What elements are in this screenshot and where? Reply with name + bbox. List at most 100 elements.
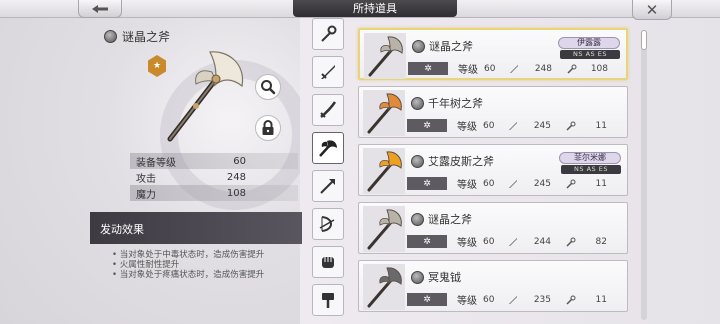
- attack-value: 245: [533, 120, 551, 131]
- tab-katana[interactable]: [312, 94, 344, 126]
- rarity-star-icon: ✲: [407, 293, 447, 306]
- item-name: 谜晶之斧: [411, 211, 472, 227]
- weapon-type-icon: [412, 39, 425, 53]
- magic-value: 82: [595, 236, 607, 247]
- stat-row-attack: 攻击 248: [130, 169, 298, 185]
- tab-spear[interactable]: [312, 170, 344, 202]
- sword-icon: [321, 65, 335, 79]
- bow-icon: [319, 216, 335, 232]
- close-icon: ✕: [645, 0, 659, 19]
- skill-tags: NS AS ES: [560, 50, 620, 59]
- level-value: 60: [483, 236, 495, 247]
- tab-fist[interactable]: [312, 246, 344, 278]
- attack-value: 245: [533, 178, 551, 189]
- magic-icon: [566, 121, 576, 131]
- owner-badge: 菲尔米娜: [559, 152, 621, 164]
- scroll-thumb[interactable]: [641, 30, 647, 50]
- stat-label: 装备等级: [136, 157, 176, 169]
- item-stat-bar: ✲ 等级 60 244 82: [407, 235, 623, 249]
- item-name-text: 冥鬼钺: [428, 271, 461, 284]
- weapon-type-icon: [411, 212, 424, 226]
- attack-icon: [509, 179, 517, 188]
- zoom-button[interactable]: [255, 74, 281, 100]
- level-value: 60: [483, 294, 495, 305]
- weapon-category-tabs: [312, 18, 344, 324]
- attack-icon: [509, 295, 517, 304]
- magic-value: 11: [595, 294, 607, 305]
- item-name-text: 谜晶之斧: [428, 213, 472, 226]
- staff-icon: [321, 25, 337, 42]
- stat-value: 60: [233, 155, 246, 167]
- list-scrollbar[interactable]: [641, 30, 647, 320]
- arrow-left-icon: [92, 4, 108, 13]
- stat-table: 装备等级 60 攻击 248 魔力 108: [130, 153, 298, 201]
- rarity-star-icon: ✲: [407, 177, 447, 190]
- stat-label: 魔力: [136, 189, 156, 201]
- weapon-type-icon: [411, 270, 424, 284]
- effect-item: • 当对象处于疼痛状态时，造成伤害提升: [112, 270, 265, 280]
- rarity-star-icon: ✲: [407, 235, 447, 248]
- magic-icon: [566, 295, 576, 305]
- weapon-type-icon: [104, 30, 117, 43]
- spear-icon: [320, 179, 335, 194]
- item-name-text: 千年树之斧: [428, 97, 483, 110]
- back-button[interactable]: [78, 0, 122, 18]
- axe-icon: [319, 140, 337, 157]
- tab-sword[interactable]: [312, 56, 344, 88]
- item-card[interactable]: 谜晶之斧 ✲ 等级 60 244 82: [358, 202, 628, 254]
- tab-staff[interactable]: [312, 18, 344, 50]
- item-stat-bar: ✲ 等级 60 245 11: [407, 119, 623, 133]
- magic-value: 11: [595, 178, 607, 189]
- item-name: 艾露皮斯之斧: [411, 153, 494, 169]
- item-name-text: 艾露皮斯之斧: [428, 155, 494, 168]
- level-value: 60: [484, 63, 496, 74]
- fist-icon: [322, 257, 334, 268]
- tab-bow[interactable]: [312, 208, 344, 240]
- lock-button[interactable]: [255, 115, 281, 141]
- tab-hammer[interactable]: [312, 284, 344, 316]
- stat-value: 108: [226, 187, 246, 199]
- magic-icon: [567, 64, 577, 74]
- rarity-star-icon: ✲: [407, 119, 447, 132]
- item-card[interactable]: 艾露皮斯之斧 菲尔米娜 NS AS ES ✲ 等级 60 245 11: [358, 144, 628, 196]
- weapon-type-icon: [411, 154, 424, 168]
- search-icon: [261, 80, 276, 95]
- axe-thumbnail-icon: [363, 90, 405, 136]
- level-value: 60: [483, 120, 495, 131]
- axe-thumbnail-icon: [363, 264, 405, 310]
- item-card[interactable]: 千年树之斧 ✲ 等级 60 245 11: [358, 86, 628, 138]
- magic-icon: [566, 237, 576, 247]
- attack-value: 248: [534, 63, 552, 74]
- level-label: 等级: [457, 296, 477, 307]
- magic-icon: [566, 179, 576, 189]
- item-card[interactable]: 冥鬼钺 ✲ 等级 60 235 11: [358, 260, 628, 312]
- owner-badge: 伊露露: [558, 37, 620, 49]
- hammer-icon: [322, 293, 334, 308]
- magic-value: 11: [595, 120, 607, 131]
- detail-name-text: 谜晶之斧: [122, 30, 171, 44]
- item-name-text: 谜晶之斧: [429, 40, 473, 53]
- detail-item-name: 谜晶之斧: [104, 28, 170, 45]
- rarity-star-icon: ✲: [408, 62, 448, 75]
- lock-icon: [262, 120, 274, 135]
- item-stat-bar: ✲ 等级 60 248 108: [408, 62, 624, 76]
- item-name: 谜晶之斧: [412, 38, 473, 54]
- item-name: 千年树之斧: [411, 95, 483, 111]
- skill-tags: NS AS ES: [561, 165, 621, 174]
- item-stat-bar: ✲ 等级 60 245 11: [407, 177, 623, 191]
- effect-item: • 火属性耐性提升: [112, 260, 180, 270]
- attack-value: 235: [533, 294, 551, 305]
- weapon-type-icon: [411, 96, 424, 110]
- tab-axe[interactable]: [312, 132, 344, 164]
- attack-icon: [510, 64, 518, 73]
- stat-row-magic: 魔力 108: [130, 185, 298, 201]
- effect-header: 发动效果: [90, 212, 302, 244]
- level-label: 等级: [457, 122, 477, 133]
- level-label: 等级: [457, 238, 477, 249]
- axe-thumbnail-icon: [364, 33, 406, 79]
- item-card[interactable]: 谜晶之斧 伊露露 NS AS ES ✲ 等级 60 248 108: [358, 28, 628, 80]
- attack-icon: [509, 237, 517, 246]
- close-button[interactable]: ✕: [632, 0, 672, 20]
- item-name: 冥鬼钺: [411, 269, 461, 285]
- level-label: 等级: [458, 65, 478, 76]
